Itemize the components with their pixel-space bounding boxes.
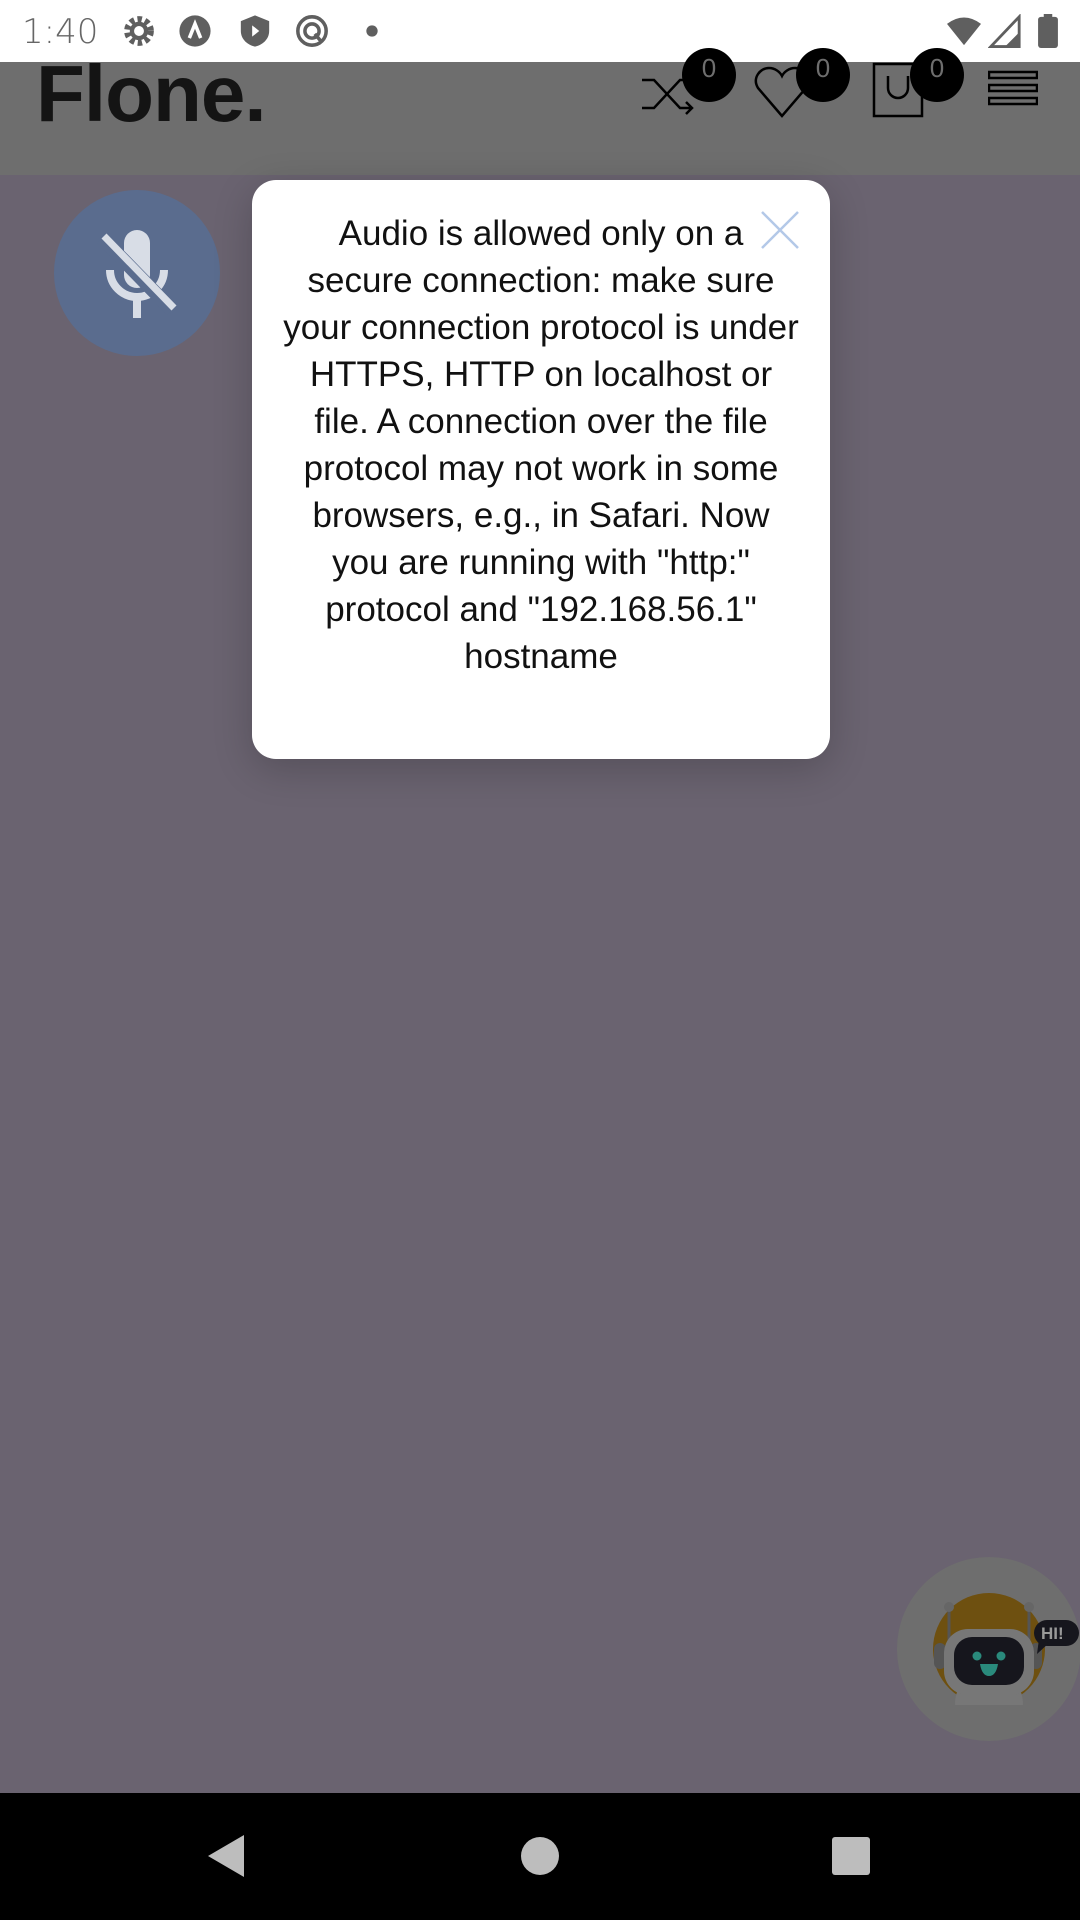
at-circle-icon [296,15,328,47]
site-header: Flone. 0 0 0 [0,48,1080,175]
secure-connection-dialog: Audio is allowed only on a secure connec… [252,180,830,759]
recents-icon[interactable] [831,1836,871,1876]
app-a-icon [179,15,211,47]
close-icon[interactable] [760,210,800,250]
mic-off-icon [96,230,178,318]
dialog-message: Audio is allowed only on a secure connec… [283,214,799,676]
wifi-icon [947,17,981,46]
wishlist-count-badge: 0 [796,48,850,102]
signal-icon [988,14,1021,48]
logo[interactable]: Flone. [36,48,267,140]
cart-count-badge: 0 [910,48,964,102]
dot-icon [366,25,378,37]
mic-toggle-button[interactable] [54,190,220,356]
back-icon[interactable] [206,1833,246,1879]
status-time: 1:40 [22,12,99,52]
chatbot-robot-icon [933,1593,1079,1705]
android-nav-bar [0,1793,1080,1920]
chatbot-hi-bubble: HI! [1041,1624,1064,1643]
shield-play-icon [240,15,270,47]
compare-count-badge: 0 [682,48,736,102]
home-icon[interactable] [520,1836,560,1876]
menu-icon[interactable] [988,70,1038,106]
chatbot-button[interactable]: HI! [897,1557,1080,1741]
battery-icon [1038,14,1058,48]
settings-icon [124,16,154,46]
